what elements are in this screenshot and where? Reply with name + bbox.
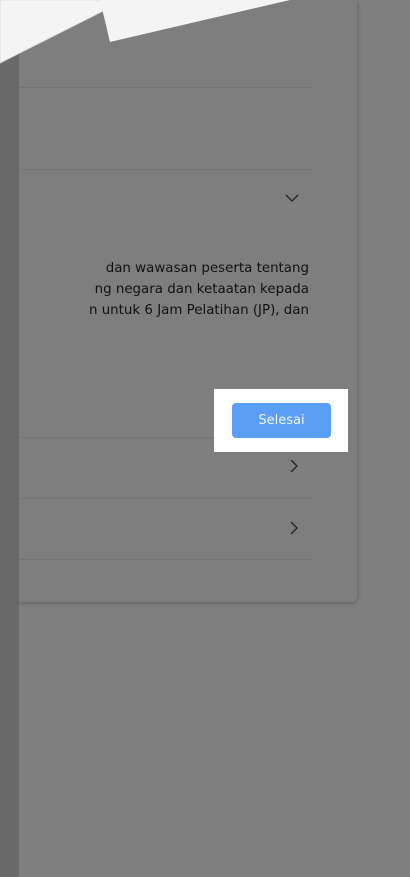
divider — [19, 559, 311, 560]
divider — [19, 498, 311, 499]
course-description: dan wawasan peserta tentang ng negara da… — [19, 258, 309, 321]
divider — [19, 87, 311, 88]
course-detail-card: dan wawasan peserta tentang ng negara da… — [19, 0, 357, 602]
divider — [19, 169, 311, 170]
finish-tour-button[interactable]: Selesai — [232, 403, 331, 438]
chevron-down-icon[interactable] — [285, 193, 299, 203]
description-line: dan wawasan peserta tentang — [105, 261, 309, 276]
chevron-right-icon[interactable] — [289, 521, 299, 535]
description-line: ng negara dan ketaatan kepada — [94, 282, 309, 297]
left-overlay-strip — [0, 0, 19, 877]
chevron-right-icon[interactable] — [289, 459, 299, 473]
description-line: n untuk 6 Jam Pelatihan (JP), dan — [88, 303, 309, 318]
